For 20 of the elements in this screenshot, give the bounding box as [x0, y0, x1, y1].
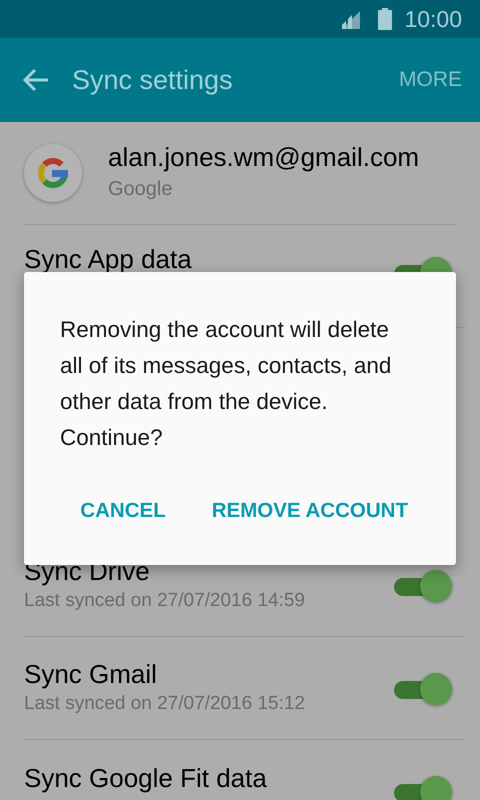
screen-title: Sync settings	[72, 64, 234, 97]
cancel-button[interactable]: CANCEL	[80, 492, 166, 531]
account-email: alan.jones.wm@gmail.com	[108, 142, 420, 174]
sync-item-title: Sync App data	[24, 243, 192, 276]
last-synced-text: Last synced on 27/07/2016 15:12	[24, 692, 306, 716]
toggle-switch[interactable]	[394, 673, 452, 703]
toggle-switch[interactable]	[394, 776, 452, 800]
sync-item-title: Sync Gmail	[24, 658, 158, 690]
sync-item-title: Sync Google Fit data	[24, 762, 267, 794]
dialog-message: Removing the account will delete all of its messages, contacts, and other data from the device. Continue?	[60, 316, 392, 452]
clock: 10:00	[404, 4, 462, 34]
battery-icon	[378, 8, 392, 30]
google-logo-icon	[24, 144, 82, 202]
signal-icon	[340, 9, 362, 29]
last-synced-text: Last synced on 27/07/2016 14:59	[24, 589, 306, 613]
remove-account-button[interactable]: REMOVE ACCOUNT	[212, 492, 408, 531]
more-button[interactable]: MORE	[399, 64, 462, 96]
back-button[interactable]	[22, 66, 50, 94]
toggle-switch[interactable]	[394, 570, 452, 600]
account-type: Google	[108, 176, 174, 202]
